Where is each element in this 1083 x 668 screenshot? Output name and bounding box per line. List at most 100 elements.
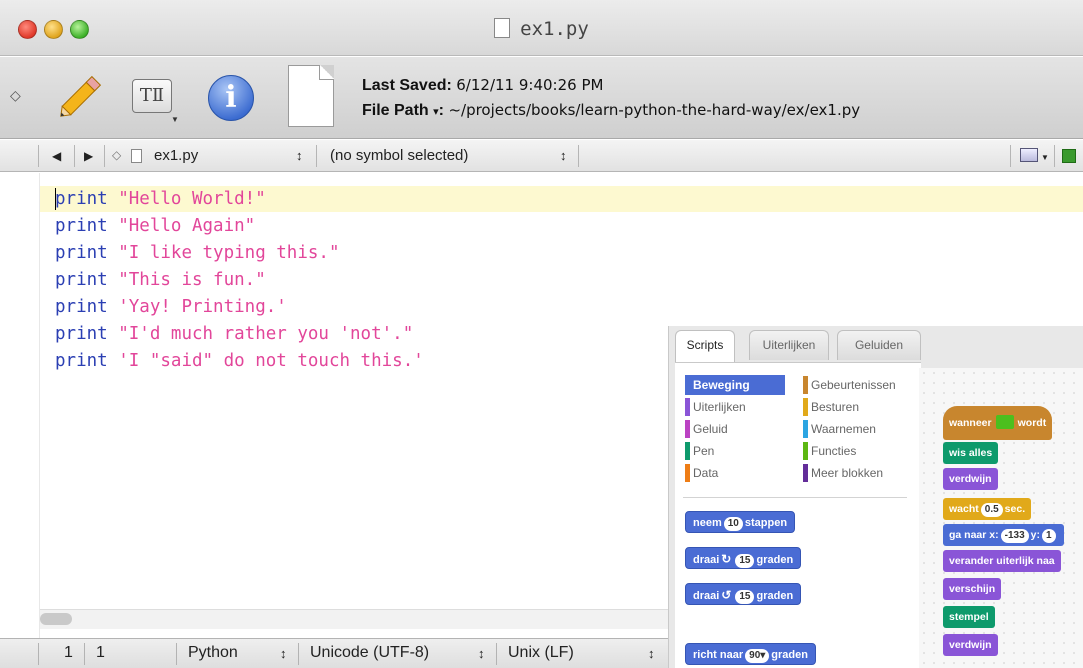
line-endings-caret-icon[interactable]: ↕ [648,646,655,661]
status-divider [38,643,39,665]
file-path-value: ~/projects/books/learn-python-the-hard-w… [448,101,861,119]
tab-scripts[interactable]: Scripts [675,330,735,362]
horizontal-scrollbar[interactable] [40,609,680,629]
status-square-icon[interactable] [1062,149,1076,163]
block-turn-right[interactable]: draai ↻ 15 graden [685,547,802,569]
block-text: stappen [744,517,788,529]
nav-divider [38,145,39,167]
column-number[interactable]: 1 [96,644,105,662]
block-text: draai [693,590,720,602]
script-hide[interactable]: verdwijn [943,468,998,490]
code-keyword: print [55,270,108,290]
nav-divider [578,145,579,167]
text-marker-menu-arrow-icon[interactable]: ▼ [171,115,179,124]
category-waarnemen[interactable]: Waarnemen [803,419,876,439]
file-document-icon[interactable] [288,65,334,127]
block-move-steps[interactable]: neem 10 stappen [685,511,796,533]
block-dropdown[interactable]: 90▾ [745,649,770,663]
block-text: graden [771,649,808,661]
symbol-popup[interactable]: (no symbol selected) [330,147,468,164]
category-label: Uiterlijken [693,400,746,414]
category-color-swatch [803,376,808,394]
toolbar-toggle-icon[interactable]: ◇ [10,87,21,104]
symbol-popup-caret-icon[interactable]: ↕ [560,148,567,163]
category-uiterlijken[interactable]: Uiterlijken [685,397,746,417]
category-pen[interactable]: Pen [685,441,714,461]
nav-divider [316,145,317,167]
info-icon[interactable]: i [208,75,254,121]
marker-icon[interactable]: ◇ [112,148,121,162]
block-input[interactable]: 1 [1041,529,1056,543]
line-gutter [0,173,40,638]
category-label: Beweging [693,378,750,392]
language-popup[interactable]: Python [188,644,238,662]
status-divider [84,643,85,665]
script-when-flag-clicked[interactable]: wanneer wordt [943,406,1053,440]
script-stamp[interactable]: stempel [943,606,995,628]
category-color-swatch [685,442,690,460]
tab-geluiden[interactable]: Geluiden [837,330,921,360]
book-menu-arrow-icon[interactable]: ▼ [1041,153,1049,162]
category-label: Gebeurtenissen [811,378,896,392]
code-string: "This is fun." [107,270,266,290]
line-endings-popup[interactable]: Unix (LF) [508,644,574,662]
script-go-to-xy[interactable]: ga naar x: -133 y: 1 [943,524,1064,546]
code-line[interactable]: print "Hello Again" [55,213,255,239]
code-string: "I like typing this." [107,243,340,263]
file-popup[interactable]: ex1.py [154,147,198,164]
rotate-clockwise-icon: ↻ [721,552,732,566]
category-besturen[interactable]: Besturen [803,397,859,417]
category-geluid[interactable]: Geluid [685,419,728,439]
category-beweging[interactable]: Beweging [685,375,785,395]
block-turn-left[interactable]: draai ↺ 15 graden [685,583,802,605]
nav-divider [104,145,105,167]
category-color-swatch [803,420,808,438]
block-input[interactable]: 15 [735,554,755,568]
encoding-caret-icon[interactable]: ↕ [478,646,485,661]
text-cursor [55,188,56,210]
file-popup-caret-icon[interactable]: ↕ [296,148,303,163]
code-string: 'Yay! Printing.' [107,297,287,317]
category-label: Besturen [811,400,860,414]
line-number[interactable]: 1 [64,644,73,662]
code-line[interactable]: print "Hello World!" [40,186,1083,212]
block-input[interactable]: 15 [735,590,755,604]
block-point-direction[interactable]: richt naar 90▾ graden [685,643,816,665]
category-color-swatch [803,398,808,416]
code-line[interactable]: print "I like typing this." [55,240,339,266]
encoding-popup[interactable]: Unicode (UTF-8) [310,644,429,662]
language-caret-icon[interactable]: ↕ [280,646,287,661]
script-hide-again[interactable]: verdwijn [943,634,998,656]
palette-divider [683,497,907,498]
block-input[interactable]: 0.5 [980,503,1003,517]
script-wait[interactable]: wacht 0.5 sec. [943,498,1032,520]
book-icon[interactable] [1020,148,1038,162]
code-line[interactable]: print 'Yay! Printing.' [55,294,287,320]
forward-arrow-icon[interactable]: ▶ [84,149,93,163]
scrollbar-thumb[interactable] [40,613,72,625]
script-switch-costume[interactable]: verander uiterlijk naa [943,550,1061,572]
category-label: Meer blokken [811,466,884,480]
code-line[interactable]: print "This is fun." [55,267,266,293]
tab-uiterlijken[interactable]: Uiterlijken [749,330,829,360]
window-title-wrap: ex1.py [0,18,1083,40]
pencil-icon[interactable] [52,65,112,125]
block-input[interactable]: -133 [1000,529,1029,543]
navigation-bar: ◀ ▶ ◇ ex1.py ↕ (no symbol selected) ↕ ▼ [0,140,1083,172]
code-line[interactable]: print 'I "said" do not touch this.' [55,348,424,374]
file-path-row[interactable]: File Path ▾: ~/projects/books/learn-pyth… [362,98,860,124]
text-marker-button[interactable]: TⅡ [132,79,172,113]
script-show[interactable]: verschijn [943,578,1002,600]
code-string: "I'd much rather you 'not'." [107,324,414,344]
block-input[interactable]: 10 [723,517,743,531]
code-line[interactable]: print "I'd much rather you 'not'." [55,321,413,347]
category-functies[interactable]: Functies [803,441,856,461]
category-color-swatch [685,420,690,438]
category-meer-blokken[interactable]: Meer blokken [803,463,883,483]
block-text: ga naar x: [949,529,999,541]
script-clear[interactable]: wis alles [943,442,999,464]
back-arrow-icon[interactable]: ◀ [52,149,61,163]
green-flag-icon [995,415,1014,429]
category-data[interactable]: Data [685,463,718,483]
category-gebeurtenissen[interactable]: Gebeurtenissen [803,375,896,395]
